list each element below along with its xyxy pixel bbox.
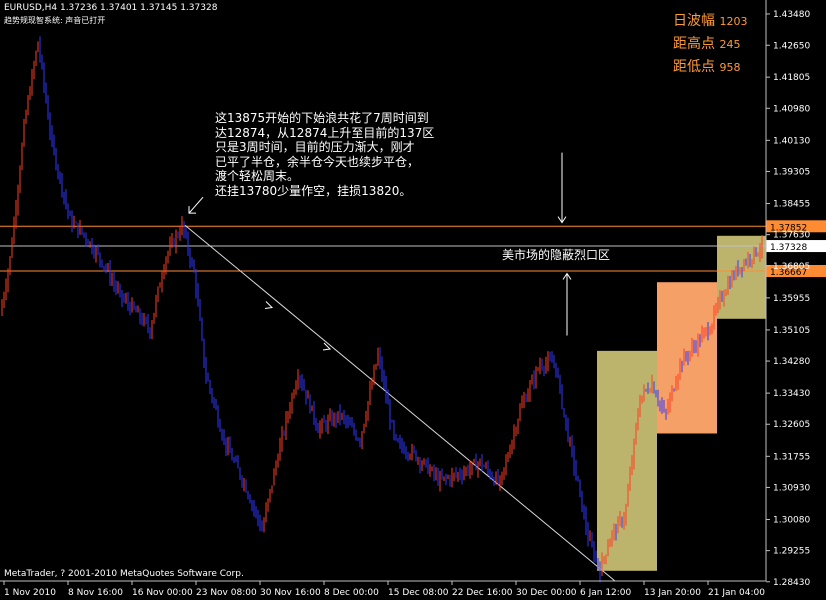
x-tick-label-7: 15 Dec 08:00 xyxy=(388,588,449,598)
arrow-4 xyxy=(562,272,572,336)
arrow-head xyxy=(264,301,274,309)
y-tick-label-14: 1.32605 xyxy=(773,420,810,430)
x-tick-label-11: 13 Jan 20:00 xyxy=(644,588,701,598)
price-levels: 1.378521.373281.36667 xyxy=(0,220,826,278)
y-tick-label-17: 1.30080 xyxy=(773,516,810,526)
y-tick-label-6: 1.39305 xyxy=(773,167,810,177)
x-tick-label-9: 30 Dec 00:00 xyxy=(516,588,577,598)
daily-range-row: 日波幅 1203 xyxy=(673,10,747,33)
trend-line-group xyxy=(184,224,616,582)
x-tick-label-4: 23 Nov 08:00 xyxy=(196,588,257,598)
from-high-value: 245 xyxy=(719,38,741,51)
from-low-value: 958 xyxy=(719,61,741,74)
y-tick-label-18: 1.29255 xyxy=(773,547,810,557)
x-tick-label-3: 16 Nov 00:00 xyxy=(132,588,193,598)
arrow-5 xyxy=(188,196,204,214)
daily-range-value: 1203 xyxy=(719,15,748,28)
x-tick-label-10: 6 Jan 12:00 xyxy=(580,588,632,598)
arrow-shaft xyxy=(188,196,204,214)
y-tick-label-12: 1.34280 xyxy=(773,357,810,367)
x-tick-label-12: 21 Jan 04:00 xyxy=(708,588,765,598)
x-tick-label-8: 22 Dec 16:00 xyxy=(452,588,513,598)
x-tick-label-2: 8 Nov 16:00 xyxy=(68,588,123,598)
y-tick-label-3: 1.41805 xyxy=(773,73,810,83)
analysis-note: 这13875开始的下始浪共花了7周时间到 达12874，从12874上升至目前的… xyxy=(215,111,435,198)
copyright: MetaTrader, ? 2001-2010 MetaQuotes Softw… xyxy=(4,569,244,579)
y-tick-label-8: 1.37630 xyxy=(773,231,810,241)
from-high-row: 距高点 245 xyxy=(673,33,747,56)
y-tick-label-16: 1.30930 xyxy=(773,483,810,493)
price-tag-2: 1.37328 xyxy=(770,243,807,253)
x-tick-label-6: 8 Dec 00:00 xyxy=(324,588,379,598)
price-chart[interactable]: 1.378521.373281.36667 1.43480 1.42650 1.41… xyxy=(0,0,826,600)
symbol-header: EURUSD,H4 1.37236 1.37401 1.37145 1.3732… xyxy=(4,3,218,13)
y-tick-label-9: 1.36805 xyxy=(773,262,810,272)
trend-line xyxy=(184,224,616,582)
y-tick-label-15: 1.31755 xyxy=(773,452,810,462)
zone-label: 美市场的隐蔽烈口区 xyxy=(502,248,611,262)
stats-panel: 日波幅 1203 距高点 245 距低点 958 xyxy=(673,10,747,79)
from-high-label: 距高点 xyxy=(673,36,715,52)
y-tick-label-7: 1.38455 xyxy=(773,200,810,210)
y-tick-label-11: 1.35105 xyxy=(773,326,810,336)
y-tick-label-10: 1.35955 xyxy=(773,294,810,304)
x-tick-label-5: 30 Nov 16:00 xyxy=(260,588,321,598)
indicator-status: 趋势规现智系统: 声音已打开 xyxy=(4,16,106,25)
y-tick-label-5: 1.40130 xyxy=(773,136,810,146)
from-low-label: 距低点 xyxy=(673,59,715,75)
arrow-3 xyxy=(557,152,567,224)
y-tick-label-2: 1.42650 xyxy=(773,41,810,51)
y-tick-label-4: 1.40980 xyxy=(773,104,810,114)
from-low-row: 距低点 958 xyxy=(673,56,747,79)
arrow-1 xyxy=(264,301,274,309)
y-tick-label-19: 1.28430 xyxy=(773,578,810,588)
y-tick-label-1: 1.43480 xyxy=(773,10,810,20)
daily-range-label: 日波幅 xyxy=(673,13,715,29)
y-tick-label-13: 1.33430 xyxy=(773,389,810,399)
x-tick-label-1: 1 Nov 2010 xyxy=(4,588,56,598)
